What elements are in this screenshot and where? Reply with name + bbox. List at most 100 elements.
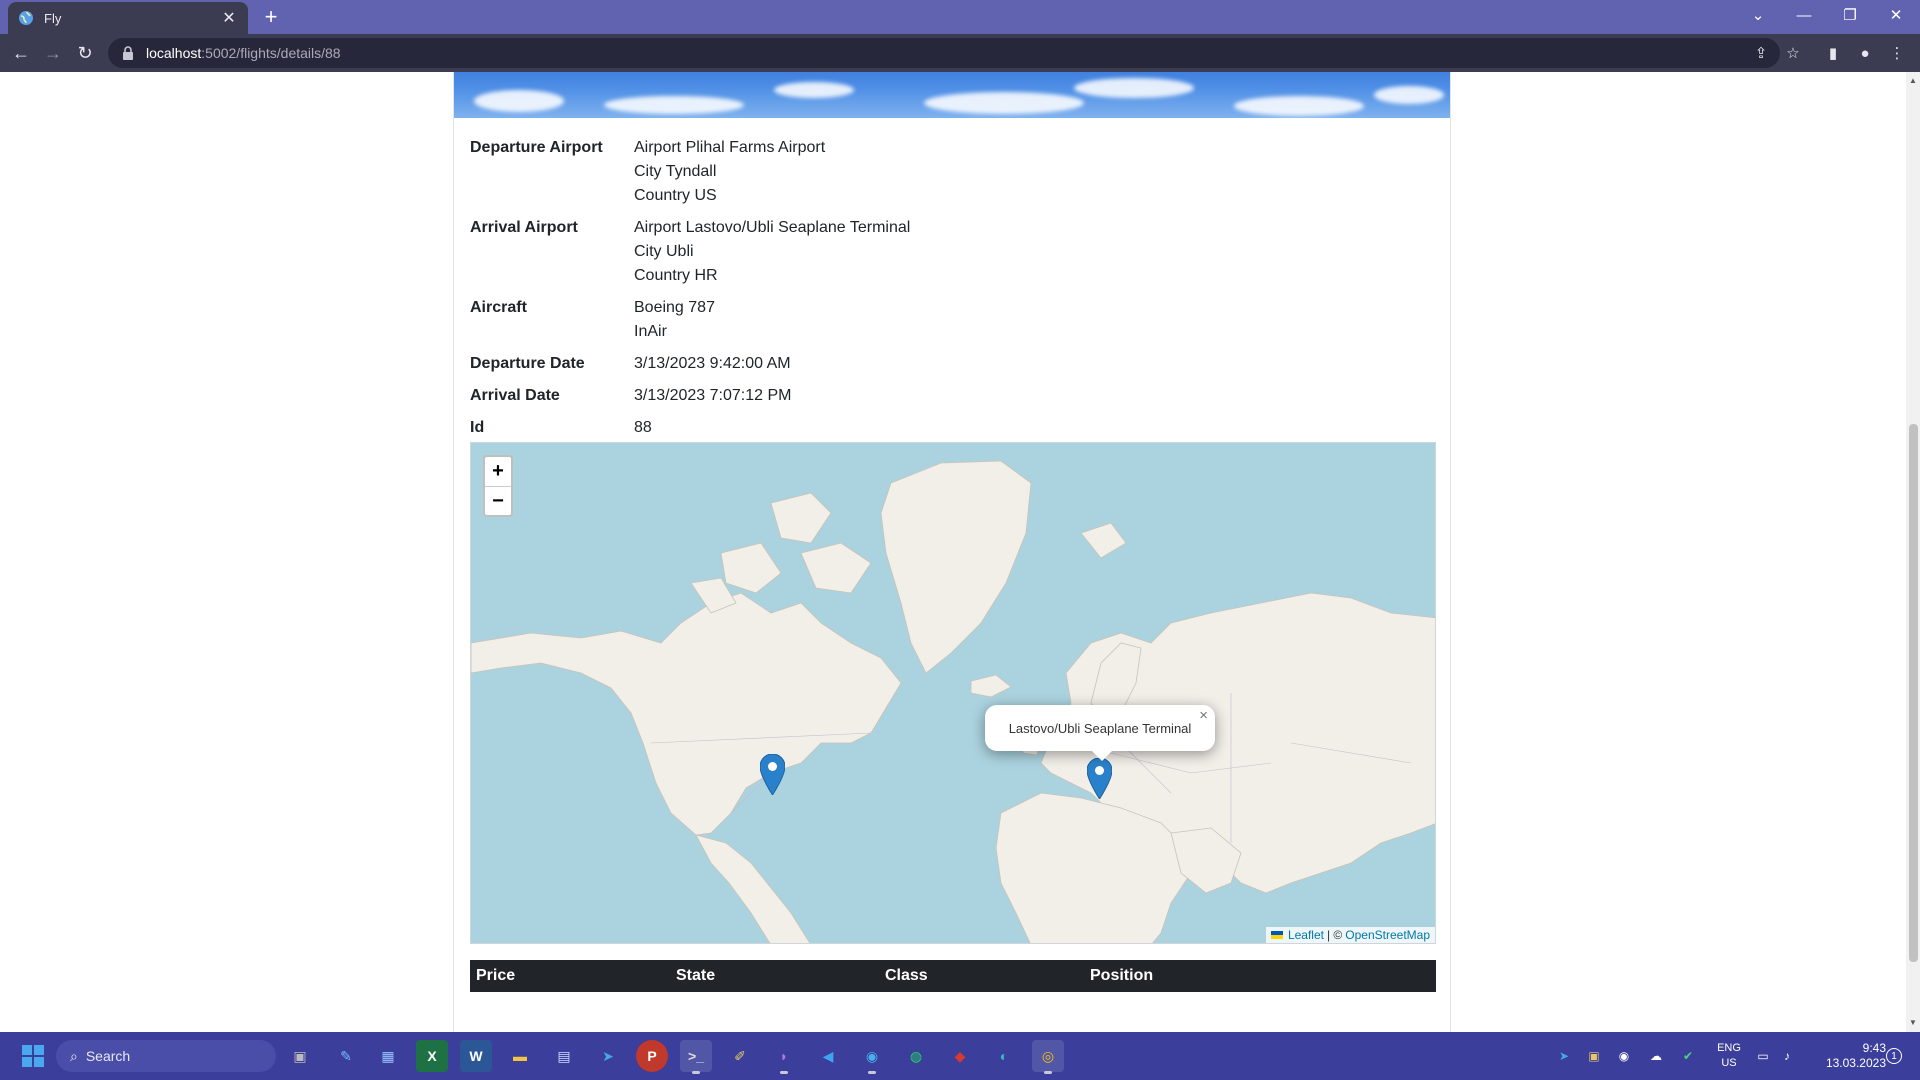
address-bar[interactable]: localhost:5002/flights/details/88: [108, 38, 1780, 68]
seats-table-header: Price State Class Position: [470, 960, 1436, 992]
task-view-icon[interactable]: ▣: [284, 1040, 316, 1072]
url-host: localhost: [146, 45, 202, 61]
new-tab-button[interactable]: +: [258, 4, 284, 30]
spotify-icon[interactable]: ◍: [900, 1040, 932, 1072]
detail-label: Arrival Date: [470, 387, 560, 404]
map-attribution: Leaflet | © OpenStreetMap: [1265, 927, 1435, 943]
flight-route-map[interactable]: + − Lastovo/Ubli Seaplane Terminal × Lea…: [470, 442, 1436, 944]
paint-icon[interactable]: ✐: [724, 1040, 756, 1072]
detail-row-arrival-date: Arrival Date 3/13/2023 7:07:12 PM: [470, 384, 910, 408]
tray-app-icon[interactable]: ▣: [1582, 1032, 1606, 1080]
clock-time: 9:43: [1862, 1041, 1886, 1055]
page-scrollbar[interactable]: ▲ ▼: [1906, 72, 1920, 1032]
openstreetmap-link[interactable]: OpenStreetMap: [1345, 928, 1430, 942]
attribution-separator: | ©: [1326, 928, 1343, 942]
browser-tab-strip: Fly ✕ + ⌄ — ❐ ✕: [0, 0, 1920, 34]
language-bottom: US: [1721, 1057, 1737, 1069]
postman-icon[interactable]: P: [636, 1040, 668, 1072]
scrollbar-thumb[interactable]: [1909, 424, 1918, 962]
network-icon[interactable]: ▭: [1752, 1032, 1774, 1080]
onedrive-icon[interactable]: ☁: [1644, 1032, 1668, 1080]
taskbar-search[interactable]: ⌕ Search: [56, 1040, 276, 1072]
browser-tab[interactable]: Fly ✕: [8, 2, 248, 34]
back-icon[interactable]: ←: [8, 40, 34, 66]
flight-details-list: Departure Airport Airport Plihal Farms A…: [470, 136, 910, 440]
popup-tip: [1092, 751, 1112, 761]
scroll-up-icon[interactable]: ▲: [1906, 74, 1920, 88]
zoom-control: + −: [483, 455, 513, 517]
forward-icon[interactable]: →: [40, 40, 66, 66]
browser-toolbar: ← → ↻ localhost:5002/flights/details/88 …: [0, 34, 1920, 72]
column-header-state: State: [676, 967, 716, 984]
detail-value: Country US: [634, 187, 717, 204]
file-explorer-icon[interactable]: ▬: [504, 1040, 536, 1072]
reload-icon[interactable]: ↻: [72, 40, 98, 66]
marker-popup: Lastovo/Ubli Seaplane Terminal ×: [985, 705, 1215, 761]
language-indicator[interactable]: ENG US: [1714, 1041, 1744, 1071]
world-map-tiles: [471, 460, 1435, 943]
globe-icon: [19, 11, 33, 25]
security-icon[interactable]: ✔: [1676, 1032, 1700, 1080]
docker-icon[interactable]: ◉: [856, 1040, 888, 1074]
clock-date: 13.03.2023: [1825, 1056, 1886, 1070]
detail-value: Airport Plihal Farms Airport: [634, 139, 826, 156]
redis-icon[interactable]: ◆: [944, 1040, 976, 1072]
tray-docker-icon[interactable]: ◉: [1612, 1032, 1636, 1080]
tray-telegram-icon[interactable]: ➤: [1552, 1032, 1576, 1080]
column-header-price: Price: [476, 967, 516, 984]
detail-value: Airport Lastovo/Ubli Seaplane Terminal: [634, 219, 911, 236]
departure-marker-icon[interactable]: [760, 754, 785, 795]
share-icon[interactable]: ⇪: [1748, 40, 1774, 66]
detail-label: Id: [470, 419, 485, 436]
calculator-icon[interactable]: ▤: [548, 1040, 580, 1072]
detail-label: Arrival Airport: [470, 219, 578, 236]
terminal-icon[interactable]: >_: [680, 1040, 712, 1074]
arrival-marker-icon[interactable]: [1087, 758, 1112, 799]
windows-start-icon[interactable]: [22, 1045, 44, 1067]
telegram-icon[interactable]: ➤: [592, 1040, 624, 1072]
detail-row-arrival-airport: Arrival Airport Airport Lastovo/Ubli Sea…: [470, 216, 910, 288]
close-window-button[interactable]: ✕: [1874, 0, 1918, 30]
excel-icon[interactable]: X: [416, 1040, 448, 1072]
menu-icon[interactable]: ⋮: [1884, 40, 1910, 66]
language-top: ENG: [1717, 1042, 1741, 1054]
notification-badge[interactable]: 1: [1880, 1032, 1908, 1080]
word-icon[interactable]: W: [460, 1040, 492, 1072]
tab-close-icon[interactable]: ✕: [220, 8, 238, 28]
tab-search-icon[interactable]: ⌄: [1736, 0, 1780, 30]
detail-value: Boeing 787: [634, 299, 715, 316]
bookmark-star-icon[interactable]: ☆: [1780, 40, 1806, 66]
notification-count: 1: [1886, 1048, 1902, 1064]
page-viewport: Departure Airport Airport Plihal Farms A…: [0, 72, 1906, 1032]
detail-value: City Ubli: [634, 243, 694, 260]
leaflet-link[interactable]: Leaflet: [1288, 928, 1324, 942]
lock-icon: [123, 46, 133, 60]
detail-label: Departure Date: [470, 355, 585, 372]
pen-icon[interactable]: ✎: [330, 1040, 362, 1072]
vs-code-icon[interactable]: ◀: [812, 1040, 844, 1072]
visual-studio-icon[interactable]: ◗: [768, 1040, 800, 1074]
popup-text: Lastovo/Ubli Seaplane Terminal: [1008, 720, 1192, 736]
detail-row-departure-airport: Departure Airport Airport Plihal Farms A…: [470, 136, 910, 208]
chrome-icon[interactable]: ◎: [1032, 1040, 1064, 1074]
profile-icon[interactable]: ●: [1852, 40, 1878, 66]
detail-value: 88: [634, 419, 652, 436]
popup-close-icon[interactable]: ×: [1199, 707, 1208, 724]
minimize-button[interactable]: —: [1782, 0, 1826, 30]
scroll-down-icon[interactable]: ▼: [1906, 1016, 1920, 1030]
ukraine-flag-icon: [1270, 931, 1283, 939]
hero-sky-image: [454, 72, 1450, 118]
flight-details-card: Departure Airport Airport Plihal Farms A…: [453, 72, 1451, 1032]
zoom-in-button[interactable]: +: [485, 457, 511, 486]
url-path: :5002/flights/details/88: [201, 45, 341, 61]
detail-value: City Tyndall: [634, 163, 717, 180]
edge-icon[interactable]: ◐: [988, 1040, 1020, 1072]
restore-button[interactable]: ❐: [1828, 0, 1872, 30]
store-icon[interactable]: ▦: [372, 1040, 404, 1072]
detail-value: InAir: [634, 323, 667, 340]
zoom-out-button[interactable]: −: [485, 486, 511, 515]
volume-icon[interactable]: ♪: [1776, 1032, 1798, 1080]
taskbar-clock[interactable]: 9:43 13.03.2023: [1806, 1041, 1886, 1071]
side-panel-icon[interactable]: ▮: [1820, 40, 1846, 66]
windows-taskbar: ⌕ Search ▣ ✎ ▦ X W ▬ ▤ ➤ P >_ ✐ ◗ ◀ ◉ ◍ …: [0, 1032, 1920, 1080]
